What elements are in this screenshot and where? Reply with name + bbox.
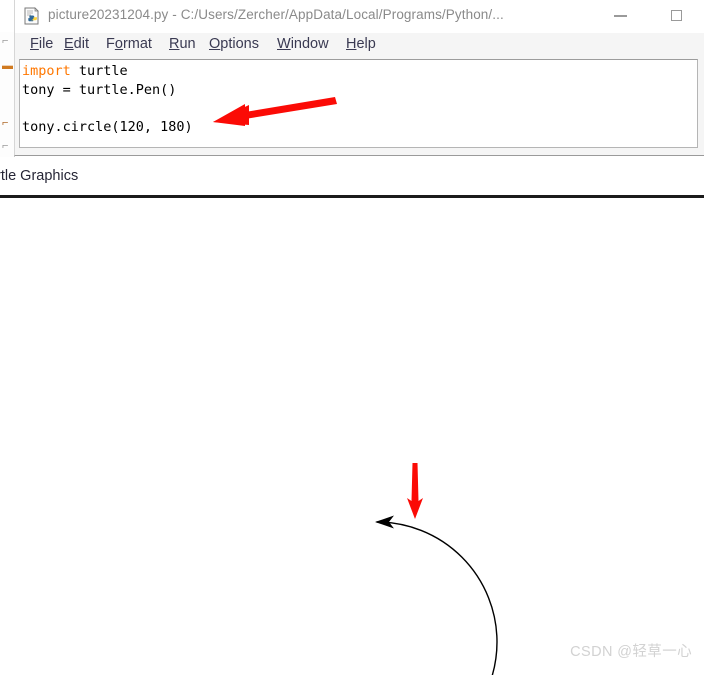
ghost-glyph: ▬ <box>2 60 13 72</box>
menu-item-window[interactable]: Window <box>276 36 330 52</box>
code-keyword: import <box>22 63 71 79</box>
idle-window-title: picture20231204.py - C:/Users/Zercher/Ap… <box>48 7 504 22</box>
turtle-cursor-icon <box>375 515 394 529</box>
maximize-icon <box>671 10 682 21</box>
idle-menu-bar: File Edit Format Run Options Window Help <box>15 33 704 59</box>
turtle-title-bar[interactable]: rtle Graphics <box>0 157 704 198</box>
background-window-sliver[interactable]: ⌐ ▬ ⌐ ⌐ <box>0 32 15 157</box>
python-idle-file-icon <box>23 7 41 25</box>
turtle-arc-path <box>376 521 498 675</box>
menu-item-format[interactable]: Format <box>105 36 153 52</box>
idle-editor-window: picture20231204.py - C:/Users/Zercher/Ap… <box>14 0 704 156</box>
code-editor-pane[interactable]: import turtle tony = turtle.Pen() tony.c… <box>19 59 698 148</box>
turtle-canvas[interactable] <box>0 201 704 675</box>
minimize-button[interactable] <box>598 0 644 31</box>
idle-title-bar[interactable]: picture20231204.py - C:/Users/Zercher/Ap… <box>15 0 704 33</box>
red-arrow-pointing-to-turtle-cursor <box>407 463 423 519</box>
turtle-graphics-window: rtle Graphics CSDN @轻草一心 <box>0 157 704 675</box>
ghost-glyph: ⌐ <box>2 117 9 129</box>
menu-item-file[interactable]: File <box>29 36 54 52</box>
menu-item-run[interactable]: Run <box>168 36 197 52</box>
menu-item-edit[interactable]: Edit <box>63 36 90 52</box>
menu-item-options[interactable]: Options <box>208 36 260 52</box>
code-text[interactable]: import turtle tony = turtle.Pen() tony.c… <box>22 62 193 136</box>
turtle-window-title: rtle Graphics <box>0 168 79 184</box>
menu-item-help[interactable]: Help <box>345 36 377 52</box>
minimize-icon <box>614 15 627 17</box>
maximize-button[interactable] <box>655 0 701 31</box>
csdn-watermark: CSDN @轻草一心 <box>570 644 692 660</box>
ghost-glyph: ⌐ <box>2 35 9 47</box>
ghost-glyph: ⌐ <box>2 140 9 152</box>
